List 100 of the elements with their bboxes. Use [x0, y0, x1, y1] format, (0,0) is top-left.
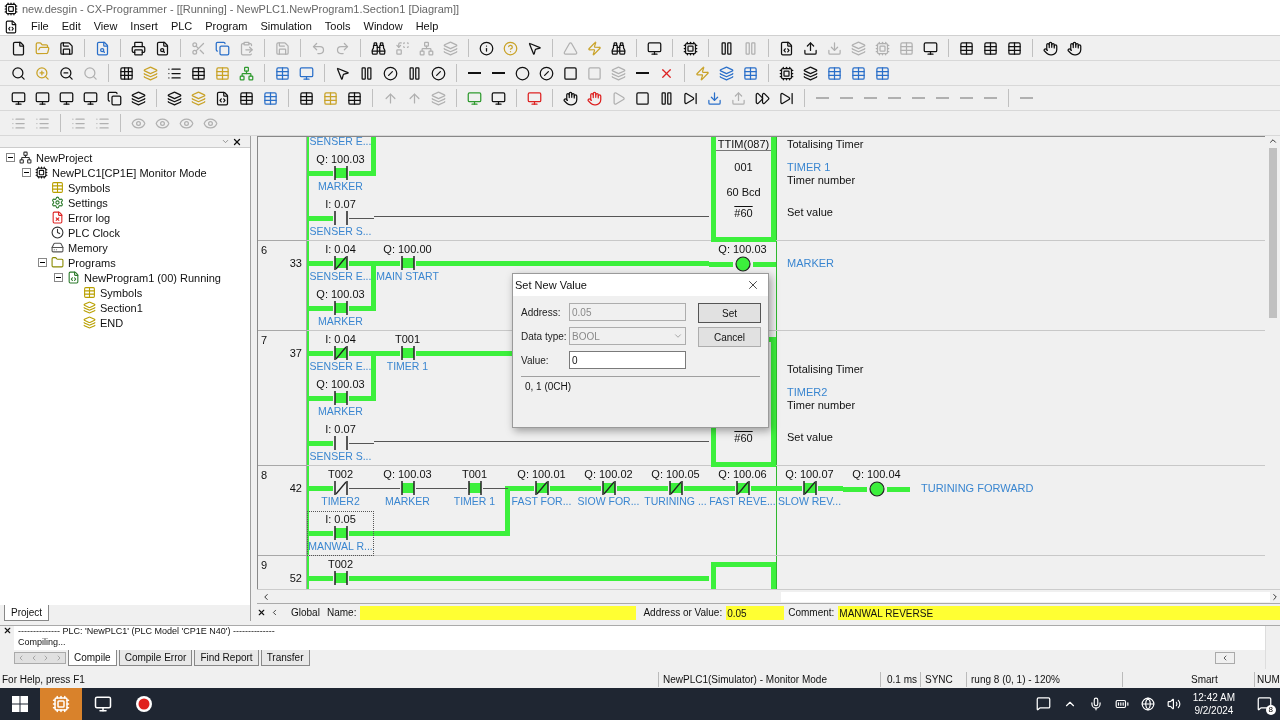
contact-address: Q: 100.04	[852, 468, 901, 482]
operand-comment: Totalising Timer	[787, 138, 864, 151]
contact-address: Q: 100.01	[517, 468, 566, 482]
contact-address: T002	[327, 558, 354, 572]
contact-address: Q: 100.07	[785, 468, 834, 482]
menu-item[interactable]: Help	[415, 18, 439, 35]
symbol-name: TIMER 1	[453, 495, 496, 509]
ladder-cell[interactable]: Q: 100.01 FAST FOR...	[508, 466, 575, 512]
clock-time[interactable]: 12:42 AM	[1192, 690, 1235, 704]
dialog-title: Set New Value	[515, 278, 587, 294]
tree-item[interactable]: Settings	[68, 194, 108, 212]
tree-item[interactable]: Section1	[100, 299, 143, 317]
symbol-name: MARKER	[385, 495, 430, 509]
step-number: 37	[289, 347, 302, 360]
ladder-cell[interactable]: Q: 100.05 TURINING ...	[642, 466, 709, 512]
tree-item[interactable]: PLC Clock	[68, 224, 120, 242]
block-operand: 001	[733, 161, 754, 174]
symbol-name: FAST REVE...	[709, 495, 776, 509]
tree-item[interactable]: Error log	[68, 209, 111, 227]
contact-address: Q: 100.06	[718, 468, 767, 482]
step-number: 42	[289, 482, 302, 495]
clock-date[interactable]: 9/2/2024	[1194, 703, 1234, 717]
symbol-name: SENSER E...	[309, 360, 372, 374]
ladder-cell[interactable]: T002	[307, 556, 374, 590]
output-tab[interactable]: Compile Error	[118, 650, 193, 667]
menu-item[interactable]: Window	[363, 18, 403, 35]
symbol-name: SIOW FOR...	[577, 495, 640, 509]
tree-item[interactable]: Programs	[68, 254, 116, 272]
ladder-cell[interactable]: Q: 100.02 SIOW FOR...	[575, 466, 642, 512]
notification-count: 8	[1265, 705, 1276, 716]
operand-comment: Set value	[787, 206, 833, 219]
ladder-cell[interactable]: Q: 100.03 MARKER	[307, 151, 374, 197]
ladder-cell[interactable]: Q: 100.03 MARKER	[307, 286, 374, 332]
symbol-name: MARKER	[318, 315, 363, 329]
tree-item[interactable]: END	[100, 314, 124, 332]
ladder-cell[interactable]: I: 0.07 SENSER S...	[307, 196, 374, 242]
status-text: For Help, press F1	[1, 673, 86, 688]
panel-tab[interactable]: Project	[4, 605, 50, 622]
ladder-cell[interactable]: I: 0.04 SENSER E...	[307, 241, 374, 287]
operand-comment: Set value	[787, 431, 833, 444]
dialog-button[interactable]: Cancel	[698, 327, 761, 348]
coil-comment: TURINING FORWARD	[921, 482, 1034, 495]
symbol-name: MARKER	[318, 405, 363, 419]
ladder-cell[interactable]: Q: 100.03	[709, 241, 776, 287]
output-tab[interactable]: Transfer	[260, 650, 310, 667]
dialog-button[interactable]: Set	[698, 303, 761, 324]
operand-comment: Totalising Timer	[787, 363, 864, 376]
ladder-cell[interactable]: I: 0.05 MANWAL R...	[307, 511, 374, 557]
tree-item[interactable]: Memory	[68, 239, 108, 257]
contact-address: I: 0.04	[325, 333, 356, 347]
status-text: rung 8 (0, 1) - 120%	[966, 672, 1122, 688]
menu-item[interactable]: Simulation	[260, 18, 312, 35]
ladder-cell[interactable]: Q: 100.04	[843, 466, 910, 512]
ladder-cell[interactable]: Q: 100.00 MAIN START	[374, 241, 441, 287]
field-label: Data type:	[521, 329, 568, 344]
contact-address: I: 0.04	[325, 243, 356, 257]
contact-address: Q: 100.03	[718, 243, 767, 257]
output-tab[interactable]: Find Report	[194, 650, 259, 667]
contact-address: Q: 100.03	[316, 378, 365, 392]
menu-item[interactable]: Program	[205, 18, 248, 35]
rung-number: 7	[261, 334, 268, 347]
ladder-cell[interactable]: Q: 100.07 SLOW REV...	[776, 466, 843, 512]
contact-address: Q: 100.00	[383, 243, 432, 257]
ladder-cell[interactable]: T001 TIMER 1	[374, 331, 441, 377]
ladder-cell[interactable]: T002 TIMER2	[307, 466, 374, 512]
rung-number: 9	[261, 559, 268, 572]
ladder-cell[interactable]: Q: 100.03 MARKER	[307, 376, 374, 422]
ladder-cell[interactable]: Q: 100.06 FAST REVE...	[709, 466, 776, 512]
contact-address: Q: 100.03	[316, 288, 365, 302]
operand-comment: Timer number	[787, 399, 856, 412]
block-operand: TTIM(087)	[716, 138, 771, 152]
tree-item[interactable]: NewProject	[36, 149, 93, 167]
comment-field[interactable]: MANWAL REVERSE	[838, 605, 1280, 620]
tree-item[interactable]: NewProgram1 (00) Running	[84, 269, 221, 287]
menu-item[interactable]: File	[31, 18, 49, 35]
menu-item[interactable]: Tools	[324, 18, 351, 35]
field-label: Value:	[521, 353, 550, 368]
symbol-name: TIMER2	[787, 386, 828, 399]
menu-item[interactable]: View	[93, 18, 118, 35]
output-tab[interactable]: Compile	[68, 650, 117, 667]
menu-item[interactable]: PLC	[170, 18, 193, 35]
ladder-cell[interactable]: I: 0.07 SENSER S...	[307, 421, 374, 467]
value-range-info: 0, 1 (0CH)	[521, 376, 760, 413]
tree-item[interactable]: NewPLC1[CP1E] Monitor Mode	[52, 164, 207, 182]
tree-item[interactable]: Symbols	[68, 179, 111, 197]
symbol-name: FAST FOR...	[511, 495, 572, 509]
ladder-cell[interactable]: Q: 100.03 MARKER	[374, 466, 441, 512]
value-field[interactable]: 0	[569, 351, 686, 370]
address-field[interactable]: 0.05	[726, 605, 785, 620]
symbol-name: TURINING ...	[644, 495, 707, 509]
menu-item[interactable]: Insert	[130, 18, 158, 35]
status-text: 0.1 ms	[880, 672, 920, 688]
symbol-name: SLOW REV...	[777, 495, 842, 509]
rung-number: 6	[261, 244, 268, 257]
tree-item[interactable]: Symbols	[100, 284, 143, 302]
menu-item[interactable]: Edit	[61, 18, 81, 35]
ladder-cell[interactable]: I: 0.04 SENSER E...	[307, 331, 374, 377]
global-tab[interactable]: Global	[283, 605, 323, 621]
ladder-cell[interactable]: T001 TIMER 1	[441, 466, 508, 512]
window-title: new.desgin - CX-Programmer - [[Running] - NewPLC1.NewProgram1.Section1 [Diagram]]	[22, 1, 460, 17]
